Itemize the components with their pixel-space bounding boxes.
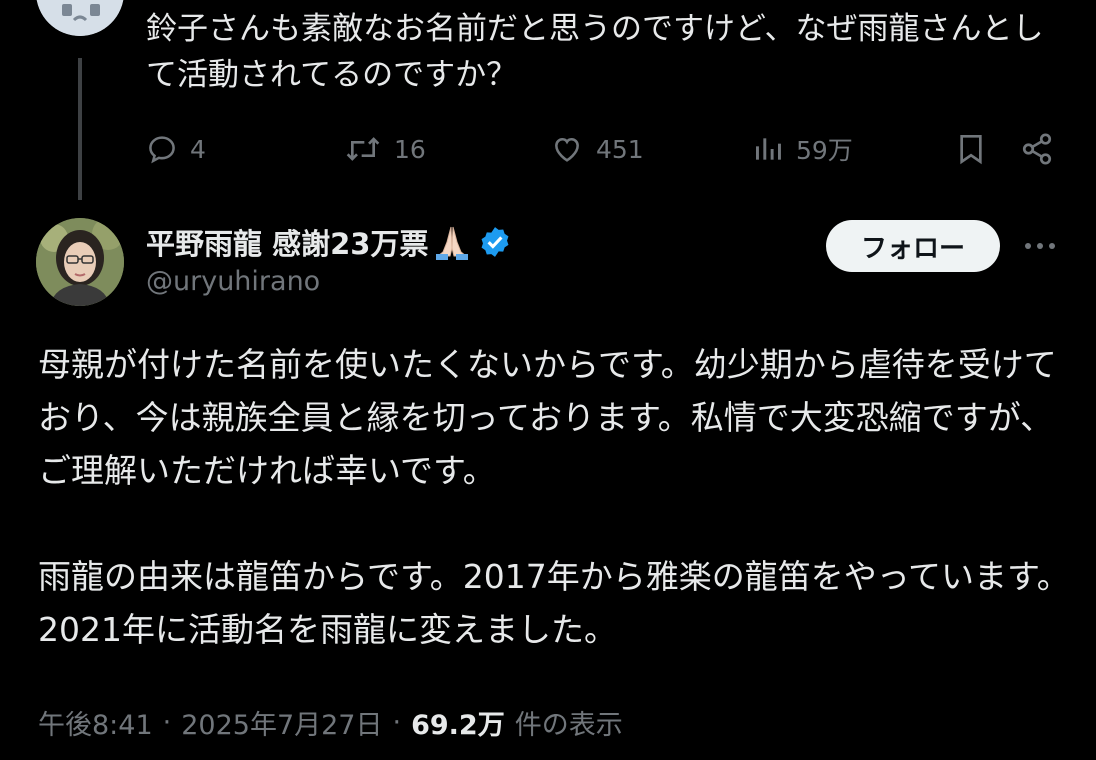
repost-count: 16 bbox=[394, 134, 426, 164]
reply-icon bbox=[149, 136, 175, 164]
share-icon bbox=[1022, 133, 1052, 165]
author-avatar[interactable] bbox=[36, 218, 124, 306]
views-button[interactable]: 59万 bbox=[752, 126, 853, 172]
tweet-paragraph: 雨龍の由来は龍笛からです。2017年から雅楽の龍笛をやっています。2021年に活… bbox=[38, 557, 1070, 649]
like-icon bbox=[555, 137, 579, 162]
tweet-paragraph: 母親が付けた名前を使いたくないからです。幼少期から虐待を受けており、今は親族全員… bbox=[38, 345, 1057, 490]
post-time[interactable]: 午後8:41 bbox=[38, 703, 153, 742]
reply-button[interactable]: 4 bbox=[146, 126, 206, 172]
like-count: 451 bbox=[596, 134, 644, 164]
tweet-metadata: 午後8:41 · 2025年7月27日 · 69.2万 件の表示 bbox=[38, 700, 623, 744]
author-name-row: 平野雨龍 感謝23万票 bbox=[146, 222, 512, 262]
meta-separator: · bbox=[162, 706, 172, 738]
reply-count: 4 bbox=[190, 134, 206, 164]
author-handle[interactable]: @uryuhirano bbox=[146, 266, 320, 297]
author-display-name[interactable]: 平野雨龍 感謝23万票 bbox=[146, 221, 428, 263]
more-options-icon[interactable] bbox=[1022, 232, 1058, 260]
meta-separator: · bbox=[392, 706, 402, 738]
praying-hands-emoji bbox=[436, 226, 469, 260]
post-views-count[interactable]: 69.2万 bbox=[411, 703, 505, 742]
verified-badge-icon[interactable] bbox=[478, 225, 512, 259]
tweet-text: 母親が付けた名前を使いたくないからです。幼少期から虐待を受けており、今は親族全員… bbox=[38, 338, 1078, 656]
reply-author-avatar[interactable] bbox=[36, 0, 124, 36]
view-count: 59万 bbox=[796, 136, 853, 165]
views-icon bbox=[756, 138, 781, 160]
reply-text: 鈴子さんも素敵なお名前だと思うのですけど、なぜ雨龍さんとして活動されてるのですか… bbox=[146, 11, 1044, 93]
post-date[interactable]: 2025年7月27日 bbox=[181, 703, 382, 742]
reply-action-bar: 4 16 451 59万 bbox=[0, 126, 1096, 172]
repost-button[interactable]: 16 bbox=[344, 126, 426, 172]
post-views-label: 件の表示 bbox=[514, 709, 623, 741]
bookmark-button[interactable] bbox=[955, 126, 987, 172]
follow-button[interactable]: フォロー bbox=[826, 220, 1000, 272]
share-button[interactable] bbox=[1020, 126, 1054, 172]
bookmark-icon bbox=[960, 135, 982, 165]
like-button[interactable]: 451 bbox=[550, 126, 644, 172]
repost-icon bbox=[346, 137, 380, 161]
